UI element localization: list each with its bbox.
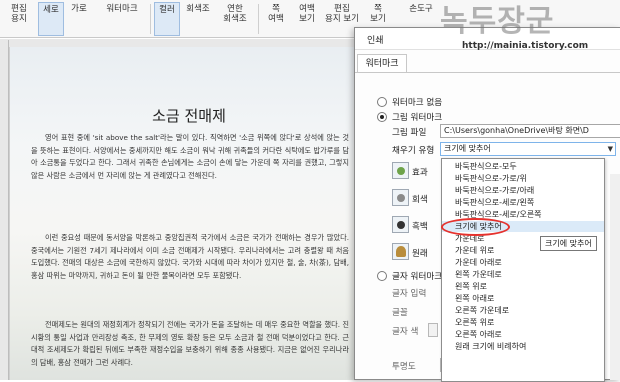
edit-paper-view-label-2: 용지 보기 [325,14,359,24]
dropdown-item[interactable]: 오른쪽 아래로 [442,329,604,340]
landscape-button[interactable]: 가로 [66,2,92,36]
margin-view-button[interactable]: 여백 보기 [294,2,320,36]
chevron-down-icon[interactable]: ▼ [608,143,613,155]
text-watermark-option[interactable]: 글자 워터마크 [377,270,442,282]
fill-type-value: 크기에 맞추어 [444,144,491,153]
text-input-label: 글자 입력 [392,289,427,299]
tooltip: 크기에 맞추어 [540,236,597,251]
dropdown-item[interactable]: 원래 크기에 비례하여 [442,341,604,352]
edit-paper-button[interactable]: 편집 용지 [4,2,34,36]
dropdown-item[interactable]: 오른쪽 위로 [442,317,604,328]
page-margin-button[interactable]: 쪽 여백 [262,2,290,36]
document-paragraph: 영어 표현 중에 'sit above the salt'라는 말이 있다. 직… [31,133,349,180]
toolbar-divider [258,4,259,34]
color-label: 컬러 [159,5,175,15]
dialog-title: 인쇄 [367,36,384,46]
picture-file-path-field[interactable]: C:\Users\gonha\OneDrive\바탕 화면\D [440,124,620,138]
radio-selected-icon[interactable] [377,112,387,122]
dropdown-item[interactable]: 바둑판식으로-모두 [442,161,604,172]
dropdown-item[interactable]: 왼쪽 가운데로 [442,269,604,280]
fill-type-select[interactable]: 크기에 맞추어 ▼ [440,142,616,156]
page-margin-label-1: 쪽 [272,4,280,14]
document-page: 소금 전매제 영어 표현 중에 'sit above the salt'라는 말… [9,47,367,380]
print-dialog: 인쇄 워터마크 워터마크 없음 그림 워터마크 그림 파일 C:\Users\g… [354,27,620,382]
selection-highlight-circle [441,218,510,236]
document-title: 소금 전매제 [152,107,226,125]
portrait-button[interactable]: 세로 [38,2,64,36]
grayscale-label: 회색조 [186,4,210,14]
color-button[interactable]: 컬러 [154,2,180,36]
grayscale-icon[interactable] [392,189,409,206]
tab-divider [355,72,620,73]
page-view-label-1: 쪽 [374,4,382,14]
document-paragraph: 이런 중요성 때문에 동서양을 막론하고 중앙집권적 국가에서 소금은 국가가 … [31,233,349,280]
radio-icon[interactable] [377,271,387,281]
fill-type-label: 채우기 유형 [392,146,435,156]
dropdown-item[interactable]: 바둑판식으로-가로/위 [442,173,604,184]
edit-paper-label-1: 편집 [11,4,27,14]
toolbar-divider [150,4,151,34]
effect-label: 효과 [412,168,428,178]
font-label: 글꼴 [392,308,408,318]
text-color-swatch[interactable] [428,323,438,337]
dialog-scrollbar[interactable] [610,174,620,380]
page-view-label-2: 보기 [370,14,386,24]
edit-paper-view-label-1: 편집 [334,4,350,14]
radio-icon[interactable] [377,97,387,107]
effect-icon[interactable] [392,162,409,179]
watermark-label: 워터마크 [106,4,138,14]
grayscale-button[interactable]: 회색조 [182,2,214,36]
light-grayscale-button[interactable]: 연한 회색조 [217,2,253,36]
grayscale-label: 회색 [412,195,428,205]
dropdown-item[interactable]: 바둑판식으로-세로/왼쪽 [442,197,604,208]
text-color-label: 글자 색 [392,327,419,337]
dropdown-item[interactable]: 가운데 아래로 [442,257,604,268]
text-watermark-label: 글자 워터마크 [392,272,443,282]
no-watermark-label: 워터마크 없음 [392,98,443,108]
fill-type-dropdown-list: 바둑판식으로-모두 바둑판식으로-가로/위 바둑판식으로-가로/아래 바둑판식으… [441,158,605,382]
light-grayscale-label-1: 연한 [227,4,243,14]
site-url-watermark: http://mainia.tistory.com [462,41,589,51]
document-paragraph: 전매제도는 원대의 재정회계가 정착되기 전에는 국가가 돈을 조달하는 데 매… [31,320,349,367]
edit-paper-label-2: 용지 [11,14,27,24]
light-grayscale-label-2: 회색조 [223,14,247,24]
portrait-label: 세로 [43,5,59,15]
hand-tool-label: 손도구 [409,4,433,14]
picture-watermark-label: 그림 워터마크 [392,113,443,123]
no-watermark-option[interactable]: 워터마크 없음 [377,96,442,108]
margin-view-label-2: 보기 [299,14,315,24]
black-white-label: 흑백 [412,222,428,232]
picture-file-label: 그림 파일 [392,128,427,138]
opacity-label: 투명도 [392,362,416,372]
landscape-label: 가로 [71,4,87,14]
page-margin-label-2: 여백 [268,14,284,24]
margin-view-label-1: 여백 [299,4,315,14]
picture-watermark-option[interactable]: 그림 워터마크 [377,111,442,123]
black-white-icon[interactable] [392,216,409,233]
original-icon[interactable] [392,243,409,260]
dropdown-item[interactable]: 왼쪽 아래로 [442,293,604,304]
tab-watermark[interactable]: 워터마크 [357,54,407,72]
dropdown-item[interactable]: 오른쪽 가운데로 [442,305,604,316]
site-logo-watermark: 녹두장군 [440,4,555,39]
dropdown-item[interactable]: 왼쪽 위로 [442,281,604,292]
dropdown-item[interactable]: 바둑판식으로-가로/아래 [442,185,604,196]
watermark-button[interactable]: 워터마크 [102,2,142,36]
original-label: 원래 [412,249,428,259]
